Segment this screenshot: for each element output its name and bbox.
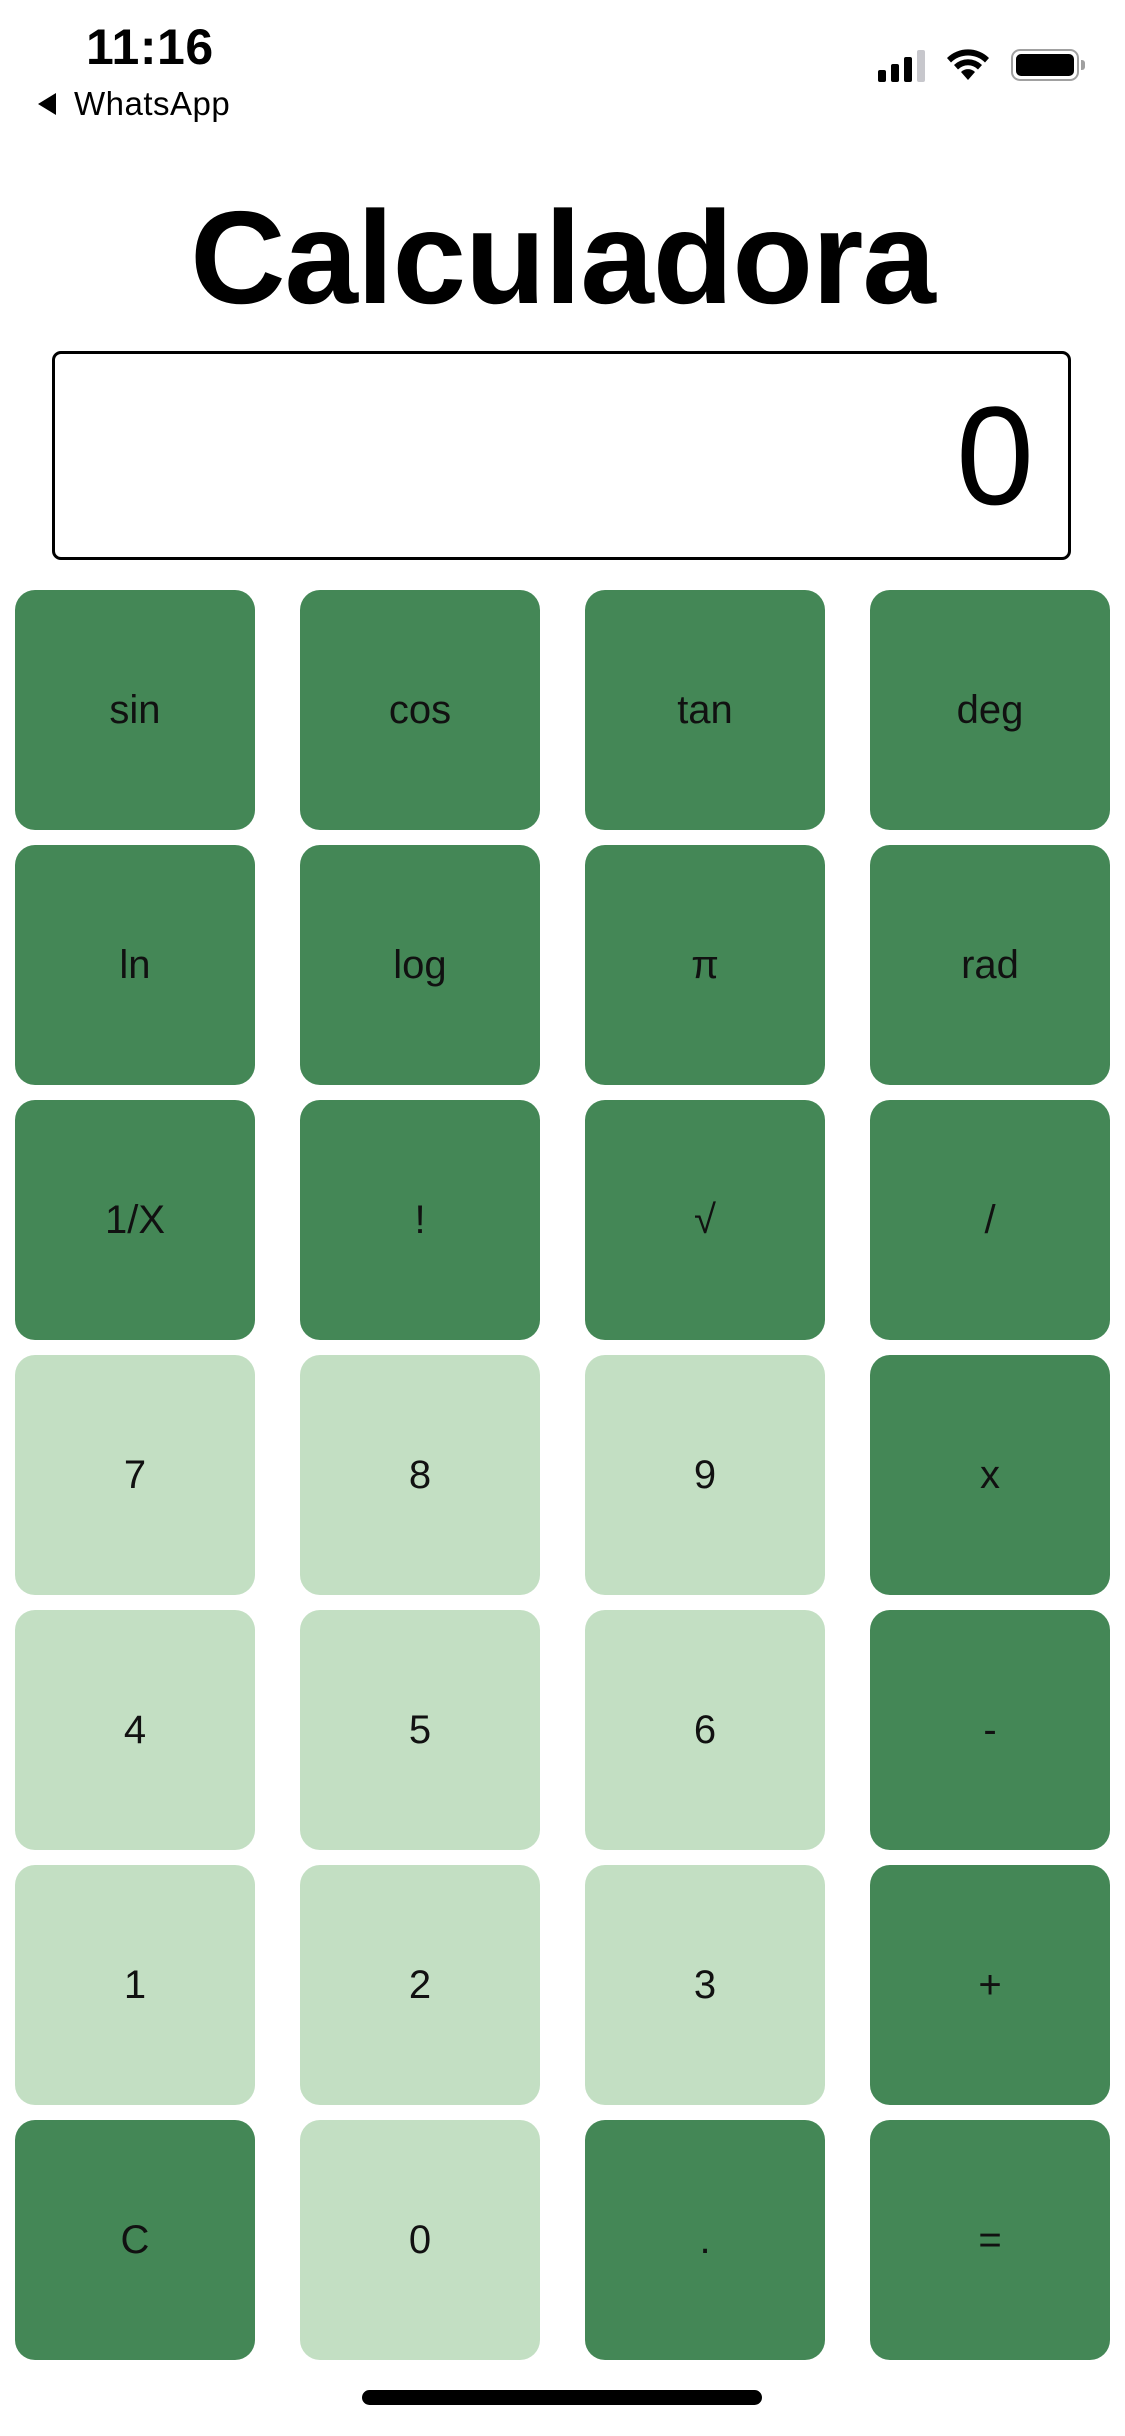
battery-icon	[1011, 49, 1085, 81]
calculator-display: 0	[52, 351, 1071, 560]
display-value: 0	[956, 376, 1034, 534]
cos-key[interactable]: cos	[300, 590, 540, 830]
rad-key[interactable]: rad	[870, 845, 1110, 1085]
wifi-icon	[947, 49, 989, 80]
status-icons	[878, 48, 1085, 82]
cellular-signal-icon	[878, 48, 925, 82]
digit-9-key[interactable]: 9	[585, 1355, 825, 1595]
deg-key[interactable]: deg	[870, 590, 1110, 830]
back-link-label: WhatsApp	[74, 85, 231, 122]
factorial-key[interactable]: !	[300, 1100, 540, 1340]
multiply-key[interactable]: x	[870, 1355, 1110, 1595]
digit-8-key[interactable]: 8	[300, 1355, 540, 1595]
digit-2-key[interactable]: 2	[300, 1865, 540, 2105]
digit-0-key[interactable]: 0	[300, 2120, 540, 2360]
status-time: 11:16	[86, 19, 214, 75]
sin-key[interactable]: sin	[15, 590, 255, 830]
subtract-key[interactable]: -	[870, 1610, 1110, 1850]
sqrt-key[interactable]: √	[585, 1100, 825, 1340]
clear-key[interactable]: C	[15, 2120, 255, 2360]
reciprocal-key[interactable]: 1/X	[15, 1100, 255, 1340]
equals-key[interactable]: =	[870, 2120, 1110, 2360]
decimal-key[interactable]: .	[585, 2120, 825, 2360]
digit-3-key[interactable]: 3	[585, 1865, 825, 2105]
digit-4-key[interactable]: 4	[15, 1610, 255, 1850]
digit-7-key[interactable]: 7	[15, 1355, 255, 1595]
app-title: Calculadora	[190, 184, 936, 331]
log-key[interactable]: log	[300, 845, 540, 1085]
ln-key[interactable]: ln	[15, 845, 255, 1085]
keypad: sin cos tan deg ln log π rad 1/X! √/ 7 8 9 x 4 5 6- 1 2 3 + C…	[15, 590, 1110, 2360]
digit-6-key[interactable]: 6	[585, 1610, 825, 1850]
digit-5-key[interactable]: 5	[300, 1610, 540, 1850]
divide-key[interactable]: /	[870, 1100, 1110, 1340]
back-arrow-icon	[38, 93, 56, 115]
tan-key[interactable]: tan	[585, 590, 825, 830]
back-to-whatsapp-link[interactable]: WhatsApp	[38, 82, 230, 126]
digit-1-key[interactable]: 1	[15, 1865, 255, 2105]
home-indicator	[362, 2390, 762, 2405]
add-key[interactable]: +	[870, 1865, 1110, 2105]
pi-key[interactable]: π	[585, 845, 825, 1085]
